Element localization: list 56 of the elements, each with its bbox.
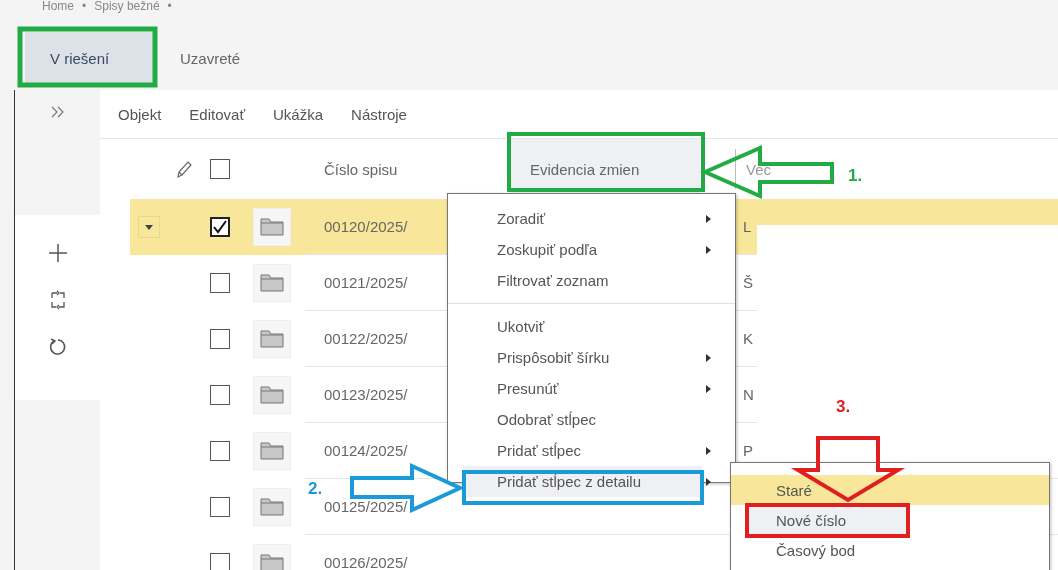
folder-icon	[253, 320, 291, 358]
folder-icon	[253, 264, 291, 302]
table-cell-text: 00125/2025/	[323, 498, 408, 515]
pencil-icon[interactable]	[175, 159, 193, 179]
table-cell-text: 00124/2025/	[323, 442, 408, 459]
table-cell-text: L	[742, 218, 752, 235]
menu-item[interactable]: Zoradiť	[463, 203, 735, 234]
breadcrumb-separator: •	[167, 0, 172, 12]
caret-icon	[145, 224, 153, 230]
refresh-icon[interactable]	[47, 337, 68, 357]
menu-item[interactable]: Časový bod	[731, 535, 1049, 565]
toolbar-menu-item[interactable]: Nástroje	[351, 105, 407, 123]
menu-item[interactable]: Nové číslo	[746, 505, 907, 535]
row-checkbox[interactable]	[210, 273, 230, 293]
step-number: 1.	[848, 166, 863, 186]
tab[interactable]: V riešení	[25, 32, 155, 84]
step-number: 2.	[308, 479, 323, 499]
menu-item[interactable]: Filtrovať zoznam	[463, 265, 735, 296]
row-checkbox[interactable]	[210, 497, 230, 517]
column-header[interactable]: Číslo spisu	[305, 139, 418, 199]
table-cell-text: N	[742, 386, 754, 403]
step-number: 3.	[836, 397, 851, 417]
table-cell-text: Š	[742, 274, 753, 291]
table-cell-text: 00126/2025/	[323, 554, 408, 570]
menu-item[interactable]: Prispôsobiť šírku	[463, 342, 735, 373]
table-cell-text: K	[742, 330, 753, 347]
row-checkbox[interactable]	[210, 553, 230, 570]
add-icon[interactable]	[47, 243, 68, 263]
toolbar-menu-item[interactable]: Objekt	[118, 105, 162, 123]
row-checkbox[interactable]	[210, 441, 230, 461]
breadcrumb-separator: •	[82, 0, 87, 12]
select-all-checkbox[interactable]	[210, 159, 230, 179]
row-checkbox[interactable]	[210, 385, 230, 405]
folder-icon	[253, 488, 291, 526]
toolbar-menu-item[interactable]: Editovať	[189, 105, 246, 123]
menu-item[interactable]: Pridať stĺpec	[463, 435, 735, 466]
row-expand-toggle[interactable]	[138, 216, 160, 238]
row-checkbox[interactable]	[210, 217, 230, 237]
folder-icon	[253, 432, 291, 470]
menu-item[interactable]: Ukotviť	[463, 311, 735, 342]
menu-item[interactable]: Presunúť	[463, 373, 735, 404]
table-cell-text: 00120/2025/	[323, 218, 408, 235]
menu-item-row[interactable]: Nové číslo	[731, 505, 1049, 535]
menu-item[interactable]: Zoskupiť podľa	[463, 234, 735, 265]
table-cell-text: P	[742, 442, 753, 459]
folder-icon	[253, 376, 291, 414]
tab[interactable]: Uzavreté	[155, 32, 271, 84]
table-cell-text: 00123/2025/	[323, 386, 408, 403]
table-cell-text: 00121/2025/	[323, 274, 408, 291]
table-cell-text: 00122/2025/	[323, 330, 408, 347]
expand-chevrons-icon[interactable]	[50, 106, 65, 118]
menu-item[interactable]: Staré	[731, 475, 1049, 505]
menu-item[interactable]: Odobrať stĺpec	[463, 404, 735, 435]
folder-icon	[253, 208, 291, 246]
toolbar-menu-item[interactable]: Ukážka	[273, 105, 324, 123]
row-checkbox[interactable]	[210, 329, 230, 349]
